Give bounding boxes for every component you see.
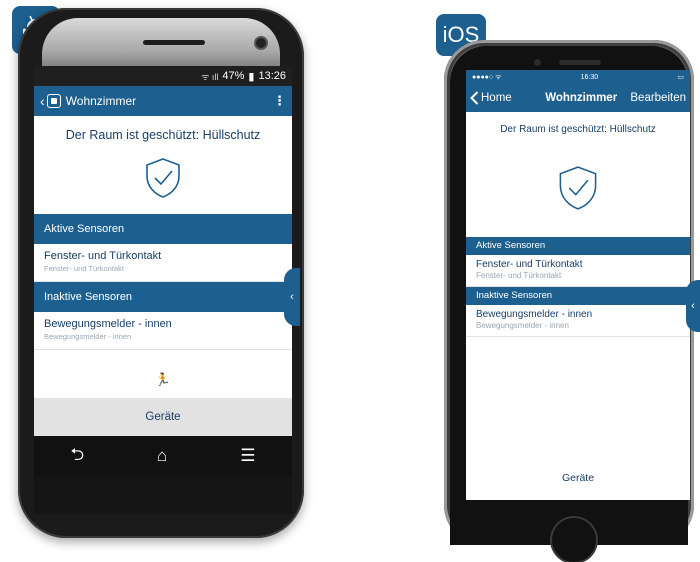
section-header-active: Aktive Sensoren xyxy=(34,214,292,244)
shield-check-icon xyxy=(146,158,180,198)
battery-percent: 47% xyxy=(222,70,245,82)
list-item[interactable]: Fenster- und Türkontakt Fenster- und Tür… xyxy=(466,255,690,287)
app-bar: ‹ Wohnzimmer ⋮ xyxy=(34,86,292,116)
speaker-grille xyxy=(143,40,205,45)
home-back-button[interactable]: Home xyxy=(470,91,532,105)
menu-nav-icon[interactable]: ☰ xyxy=(240,446,255,466)
section-header-inactive: Inaktive Sensoren xyxy=(34,282,292,312)
section-header-active: Aktive Sensoren xyxy=(466,237,690,255)
list-item[interactable]: Fenster- und Türkontakt Fenster- und Tür… xyxy=(34,244,292,282)
status-time: 16:30 xyxy=(580,73,599,81)
item-title: Fenster- und Türkontakt xyxy=(476,259,583,270)
battery-icon: ▭ xyxy=(677,74,684,81)
side-drawer-tab[interactable]: ‹ xyxy=(284,268,300,326)
status-bar: ●●●●○ ᯤ 16:30 ▭ xyxy=(466,70,690,84)
devices-button[interactable]: Geräte xyxy=(466,472,690,484)
navigation-bar: Home Wohnzimmer Bearbeiten xyxy=(466,84,690,112)
battery-icon: ▮ xyxy=(248,70,255,83)
item-subtitle: Bewegungsmelder - innen xyxy=(476,321,569,330)
back-label: Home xyxy=(481,92,512,104)
ios-screen: ●●●●○ ᯤ 16:30 ▭ Home Wohnzimmer Bearbeit… xyxy=(466,70,690,500)
shield-check-icon xyxy=(559,166,597,210)
section-header-inactive: Inaktive Sensoren xyxy=(466,287,690,305)
status-time: 13:26 xyxy=(258,70,286,82)
item-subtitle: Bewegungsmelder - innen xyxy=(44,332,132,341)
list-item[interactable]: Bewegungsmelder - innen Bewegungsmelder … xyxy=(34,312,292,350)
item-subtitle: Fenster- und Türkontakt xyxy=(44,264,124,273)
protection-status: Der Raum ist geschützt: Hüllschutz xyxy=(65,128,261,142)
nav-header: ●●●●○ ᯤ 16:30 ▭ Home Wohnzimmer Bearbeit… xyxy=(466,70,690,112)
home-nav-icon[interactable]: ⌂ xyxy=(157,446,167,466)
android-screen: ᯤ ıll 47% ▮ 13:26 ‹ Wohnzimmer ⋮ Der Rau… xyxy=(34,66,292,436)
android-nav-bar: ⮌ ⌂ ☰ xyxy=(34,436,292,476)
status-bar: ᯤ ıll 47% ▮ 13:26 xyxy=(34,66,292,86)
front-camera xyxy=(534,59,541,66)
carrier-signal-icon: ●●●●○ ᯤ xyxy=(472,73,502,81)
overflow-menu-icon[interactable]: ⋮ xyxy=(273,93,286,109)
phone-chin xyxy=(34,476,292,514)
list-item[interactable]: Bewegungsmelder - innen Bewegungsmelder … xyxy=(466,305,690,337)
devices-button[interactable]: Geräte xyxy=(34,398,292,436)
item-title: Bewegungsmelder - innen xyxy=(476,309,593,320)
protection-status: Der Raum ist geschützt: Hüllschutz xyxy=(500,124,656,135)
edit-button[interactable]: Bearbeiten xyxy=(630,92,686,104)
back-nav-icon[interactable]: ⮌ xyxy=(70,442,84,471)
speaker-grille xyxy=(559,60,601,65)
app-logo-icon xyxy=(46,94,61,108)
front-camera xyxy=(256,38,266,48)
home-button[interactable] xyxy=(552,518,596,562)
item-title: Fenster- und Türkontakt xyxy=(44,250,162,262)
page-title: Wohnzimmer xyxy=(545,92,618,104)
item-title: Bewegungsmelder - innen xyxy=(44,318,172,330)
android-phone: ᯤ ıll 47% ▮ 13:26 ‹ Wohnzimmer ⋮ Der Rau… xyxy=(18,8,304,538)
ios-phone: ●●●●○ ᯤ 16:30 ▭ Home Wohnzimmer Bearbeit… xyxy=(444,40,694,562)
side-drawer-tab[interactable]: ‹ xyxy=(686,280,700,332)
page-title: Wohnzimmer xyxy=(65,94,137,108)
wifi-signal-icon: ᯤ ıll xyxy=(201,71,219,82)
item-subtitle: Fenster- und Türkontakt xyxy=(476,271,562,280)
chevron-left-icon xyxy=(470,91,479,105)
back-icon[interactable]: ‹ xyxy=(40,93,45,109)
running-person-icon: 🏃 xyxy=(154,372,172,387)
